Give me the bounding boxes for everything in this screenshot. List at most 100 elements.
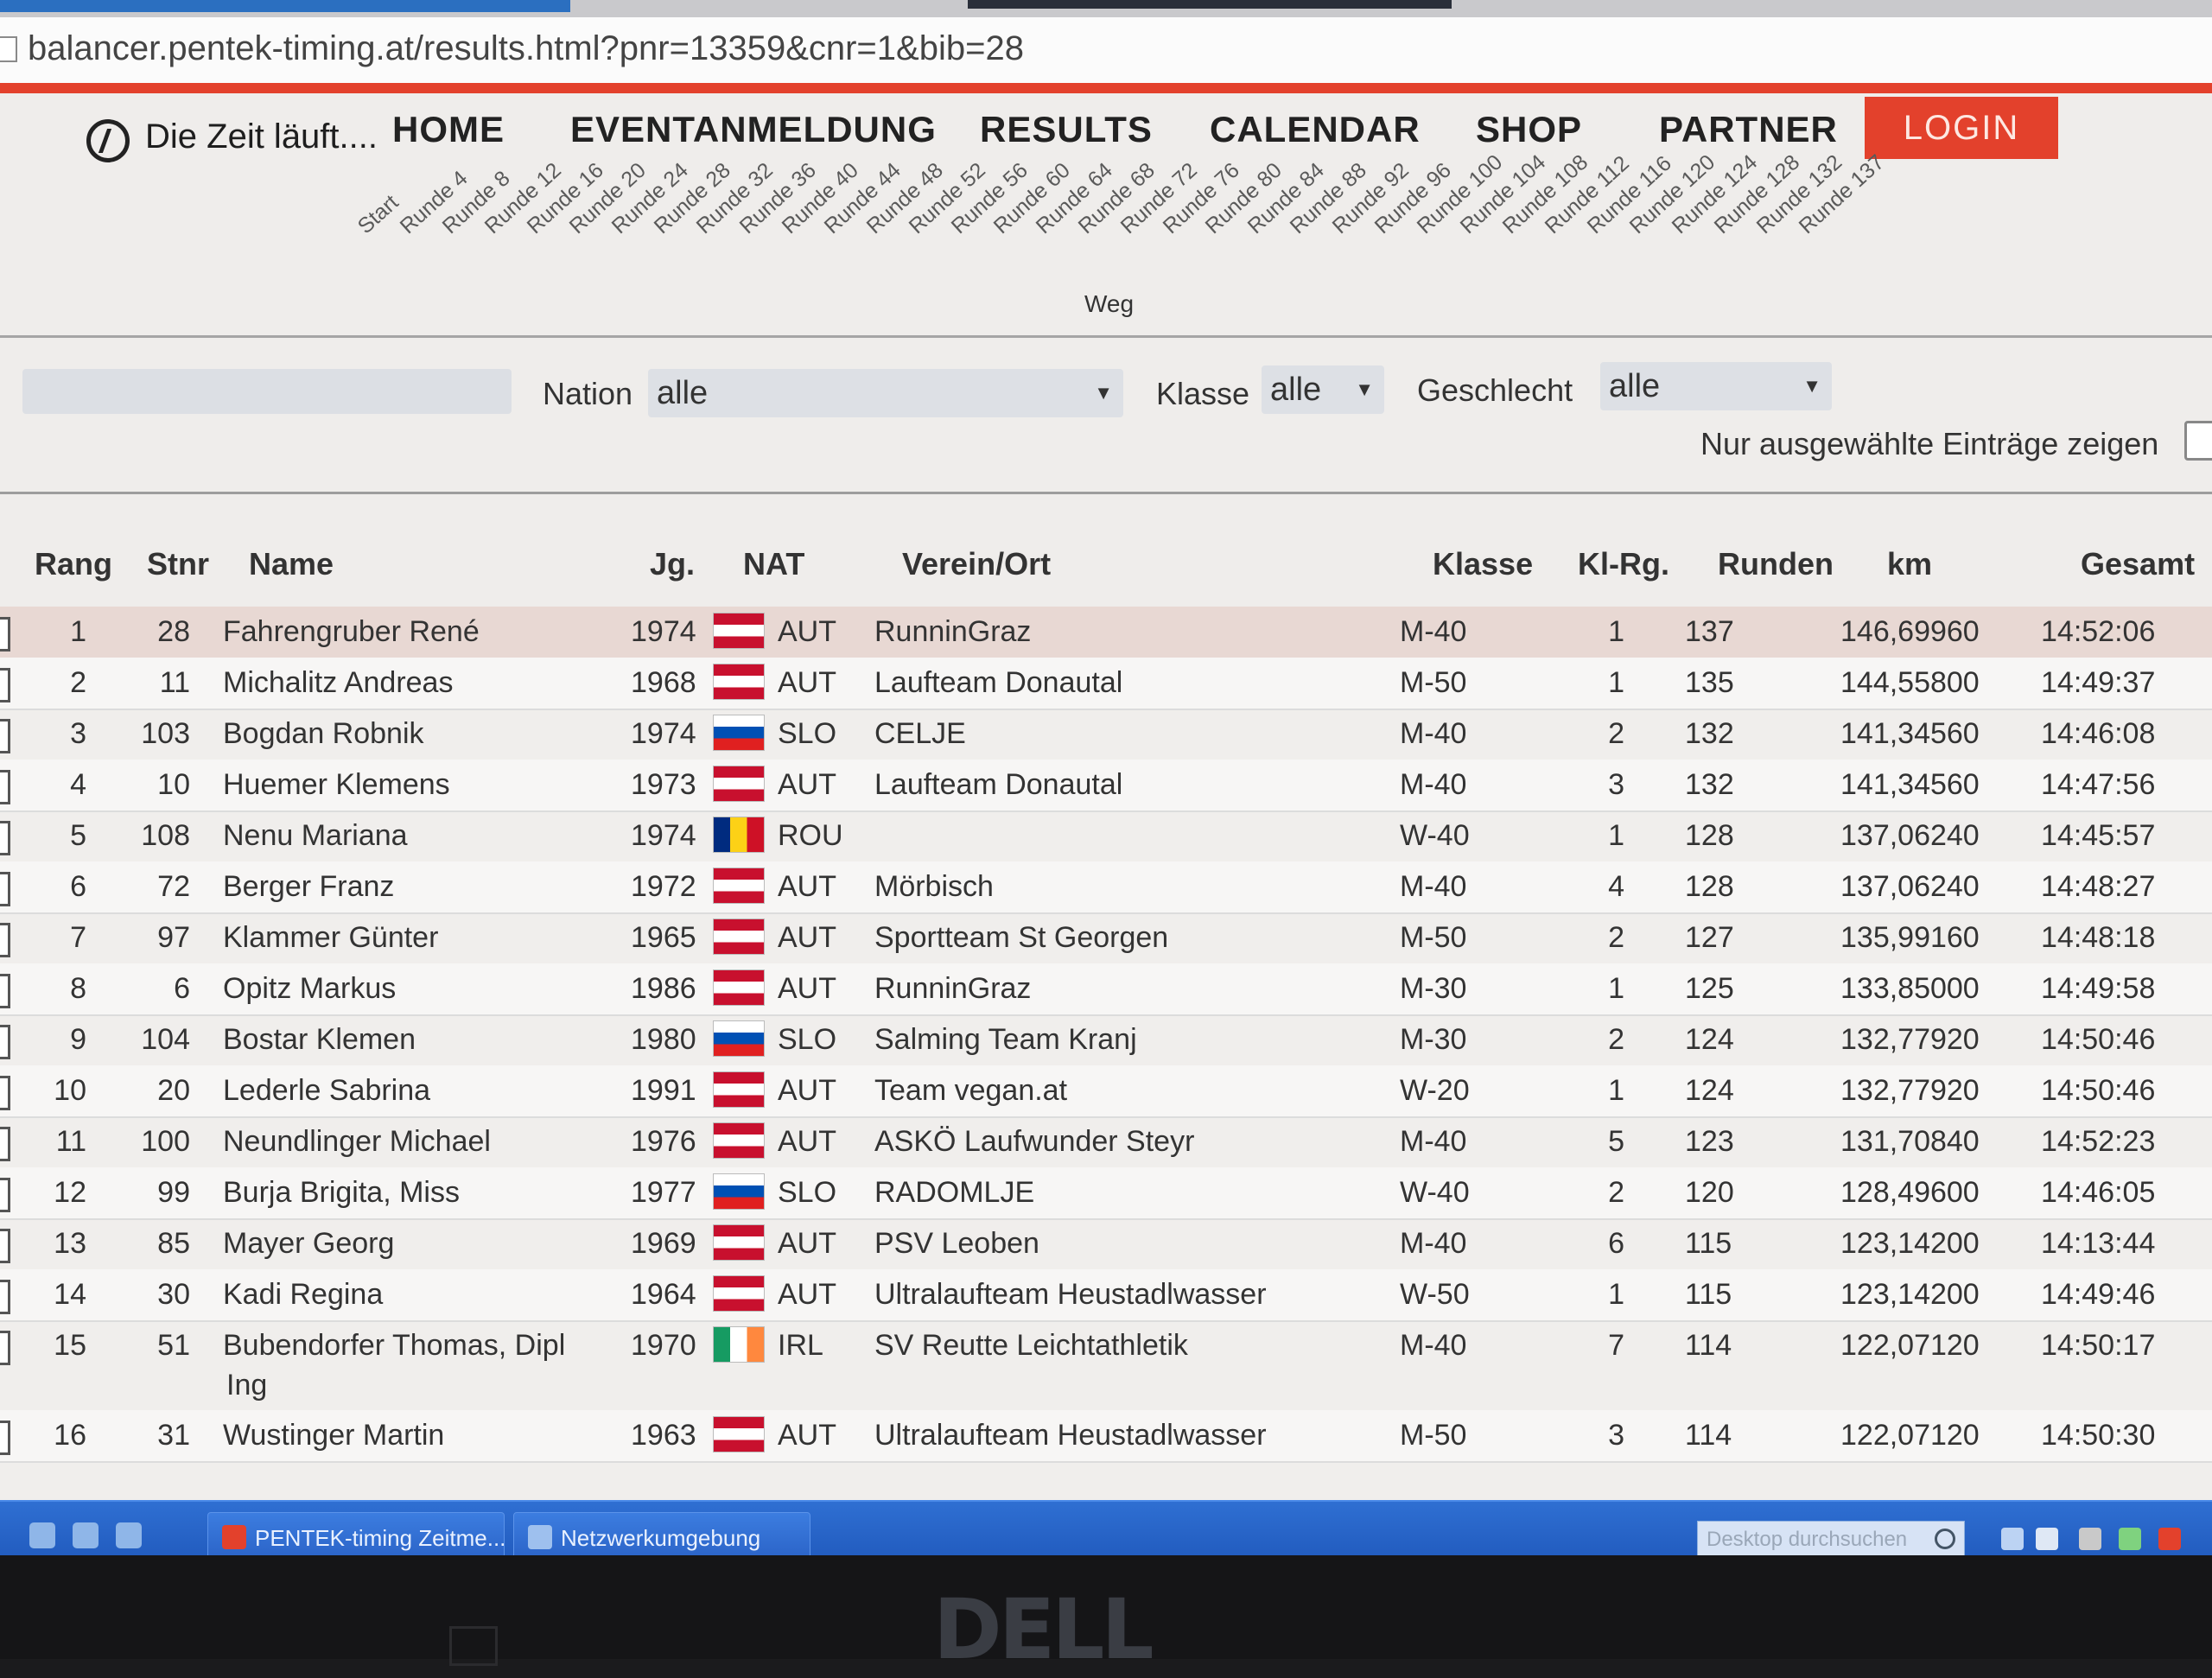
tray-arrow-icon[interactable] xyxy=(2001,1528,2024,1550)
col-name[interactable]: Name xyxy=(249,546,334,582)
table-row[interactable]: 3 103 Bogdan Robnik 1974 SLO CELJE M-40 2 132 141… xyxy=(0,709,2212,761)
cell-jg: 1972 xyxy=(631,870,696,903)
cell-klrg: 6 xyxy=(1608,1227,1624,1260)
show-desktop-icon[interactable] xyxy=(29,1522,55,1548)
cell-name-continued: Ing xyxy=(226,1369,268,1402)
row-select-checkbox[interactable] xyxy=(0,770,10,804)
browser-app-icon xyxy=(222,1525,246,1549)
klasse-select[interactable]: alle ▼ xyxy=(1262,365,1384,414)
geschlecht-select[interactable]: alle ▼ xyxy=(1600,362,1832,410)
filter-bar: Nation alle ▼ Klasse alle ▼ Geschlecht a… xyxy=(0,338,2212,492)
cell-jg: 1986 xyxy=(631,972,696,1005)
row-select-checkbox[interactable] xyxy=(0,1127,10,1161)
taskbar-window-browser[interactable]: PENTEK-timing Zeitme... xyxy=(207,1512,505,1555)
cell-klasse: M-50 xyxy=(1400,1419,1467,1452)
url-text[interactable]: balancer.pentek-timing.at/results.html?p… xyxy=(28,29,1024,68)
cell-rang: 14 xyxy=(54,1278,86,1311)
flag-aut-icon xyxy=(714,613,764,648)
table-row[interactable]: 12 99 Burja Brigita, Miss 1977 SLO RADOMLJE W-… xyxy=(0,1167,2212,1220)
cell-jg: 1974 xyxy=(631,819,696,852)
col-runden[interactable]: Runden xyxy=(1718,546,1834,582)
search-icon[interactable] xyxy=(1935,1529,1955,1549)
nation-label: Nation xyxy=(543,376,633,411)
col-gesamt[interactable]: Gesamt xyxy=(2081,546,2195,582)
cell-verein: RADOMLJE xyxy=(874,1176,1035,1209)
col-klrg[interactable]: Kl-Rg. xyxy=(1578,546,1669,582)
row-select-checkbox[interactable] xyxy=(0,1280,10,1314)
table-row[interactable]: 1 28 Fahrengruber René 1974 AUT RunninGraz M-4… xyxy=(0,607,2212,659)
cell-klrg: 1 xyxy=(1608,1278,1624,1311)
row-select-checkbox[interactable] xyxy=(0,719,10,753)
address-bar[interactable]: balancer.pentek-timing.at/results.html?p… xyxy=(0,17,2212,85)
cell-rang: 6 xyxy=(70,870,86,903)
table-row[interactable]: 4 10 Huemer Klemens 1973 AUT Laufteam Donauta… xyxy=(0,760,2212,812)
cell-name: Kadi Regina xyxy=(223,1278,384,1311)
cell-stnr: 104 xyxy=(141,1023,190,1056)
cell-gesamt: 14:46:05 xyxy=(2041,1176,2156,1209)
flag-aut-icon xyxy=(714,1225,764,1260)
desktop-search-input[interactable]: Desktop durchsuchen xyxy=(1697,1521,1965,1555)
col-jg[interactable]: Jg. xyxy=(650,546,695,582)
cell-runden: 124 xyxy=(1685,1023,1734,1056)
cell-jg: 1976 xyxy=(631,1125,696,1158)
col-rang[interactable]: Rang xyxy=(35,546,112,582)
table-row[interactable]: 15 51 Bubendorfer Thomas, Dipl 1970 IRL SV Re… xyxy=(0,1320,2212,1412)
row-select-checkbox[interactable] xyxy=(0,1025,10,1059)
row-select-checkbox[interactable] xyxy=(0,668,10,702)
table-row[interactable]: 7 97 Klammer Günter 1965 AUT Sportteam St Geo… xyxy=(0,912,2212,965)
browser-tab[interactable] xyxy=(968,0,1452,9)
table-row[interactable]: 16 31 Wustinger Martin 1963 AUT Ultralaufteam… xyxy=(0,1410,2212,1463)
table-row[interactable]: 14 30 Kadi Regina 1964 AUT Ultralaufteam Heus… xyxy=(0,1269,2212,1322)
cell-km: 132,77920 xyxy=(1840,1023,1980,1056)
tray-signal-icon[interactable] xyxy=(2119,1528,2141,1550)
row-select-checkbox[interactable] xyxy=(0,923,10,957)
row-select-checkbox[interactable] xyxy=(0,1076,10,1110)
flag-aut-icon xyxy=(714,919,764,954)
name-search-input[interactable] xyxy=(22,369,512,414)
dropdown-arrow-icon: ▼ xyxy=(1094,382,1113,404)
cell-gesamt: 14:49:46 xyxy=(2041,1278,2156,1311)
cell-gesamt: 14:50:30 xyxy=(2041,1419,2156,1452)
flag-aut-icon xyxy=(714,970,764,1005)
quicklaunch-icon[interactable] xyxy=(73,1522,99,1548)
table-row[interactable]: 5 108 Nenu Mariana 1974 ROU W-40 1 128 137,06240… xyxy=(0,810,2212,863)
row-select-checkbox[interactable] xyxy=(0,872,10,906)
col-verein[interactable]: Verein/Ort xyxy=(902,546,1051,582)
nation-select[interactable]: alle ▼ xyxy=(648,369,1123,417)
flag-irl-icon xyxy=(714,1327,764,1362)
only-selected-checkbox[interactable] xyxy=(2184,421,2212,461)
table-row[interactable]: 9 104 Bostar Klemen 1980 SLO Salming Team Kra… xyxy=(0,1014,2212,1067)
table-row[interactable]: 10 20 Lederle Sabrina 1991 AUT Team vegan.at W… xyxy=(0,1065,2212,1118)
browser-tab-active[interactable] xyxy=(0,0,570,12)
row-select-checkbox[interactable] xyxy=(0,1178,10,1212)
col-klasse[interactable]: Klasse xyxy=(1433,546,1533,582)
table-row[interactable]: 11 100 Neundlinger Michael 1976 AUT ASKÖ Lauf… xyxy=(0,1116,2212,1169)
cell-klasse: M-40 xyxy=(1400,1227,1467,1260)
row-select-checkbox[interactable] xyxy=(0,974,10,1008)
tray-network-icon[interactable] xyxy=(2079,1528,2101,1550)
cell-klrg: 2 xyxy=(1608,1023,1624,1056)
tray-volume-icon[interactable] xyxy=(2036,1528,2058,1550)
cell-rang: 15 xyxy=(54,1329,86,1362)
cell-stnr: 20 xyxy=(157,1074,190,1107)
col-nat[interactable]: NAT xyxy=(743,546,804,582)
row-select-checkbox[interactable] xyxy=(0,1421,10,1455)
nation-select-value: alle xyxy=(657,375,709,411)
row-select-checkbox[interactable] xyxy=(0,1229,10,1263)
cell-rang: 7 xyxy=(70,921,86,954)
row-select-checkbox[interactable] xyxy=(0,617,10,651)
cell-name: Mayer Georg xyxy=(223,1227,395,1260)
taskbar-window-network[interactable]: Netzwerkumgebung xyxy=(513,1512,810,1555)
col-km[interactable]: km xyxy=(1887,546,1932,582)
table-row[interactable]: 13 85 Mayer Georg 1969 AUT PSV Leoben M-40 6 115… xyxy=(0,1218,2212,1271)
quicklaunch-icon[interactable] xyxy=(116,1522,142,1548)
table-row[interactable]: 6 72 Berger Franz 1972 AUT Mörbisch M-40 4 128 13… xyxy=(0,861,2212,914)
col-stnr[interactable]: Stnr xyxy=(147,546,209,582)
row-select-checkbox[interactable] xyxy=(0,821,10,855)
cell-verein: Ultralaufteam Heustadlwasser xyxy=(874,1419,1267,1452)
cell-verein: SV Reutte Leichtathletik xyxy=(874,1329,1188,1362)
table-row[interactable]: 8 6 Opitz Markus 1986 AUT RunninGraz M-30 1 125 1… xyxy=(0,963,2212,1016)
tray-app-icon[interactable] xyxy=(2158,1528,2181,1550)
row-select-checkbox[interactable] xyxy=(0,1331,10,1365)
table-row[interactable]: 2 11 Michalitz Andreas 1968 AUT Laufteam Dona… xyxy=(0,658,2212,710)
